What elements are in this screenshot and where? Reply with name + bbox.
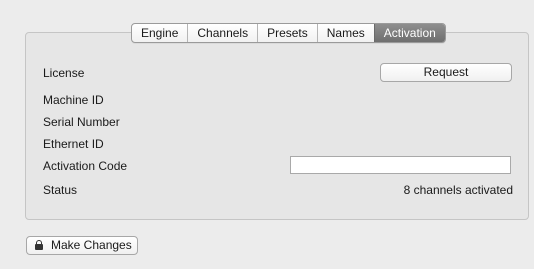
make-changes-button[interactable]: Make Changes [26,236,138,255]
make-changes-label: Make Changes [51,238,132,252]
tab-engine[interactable]: Engine [132,24,187,42]
tab-presets[interactable]: Presets [257,24,317,42]
activation-code-label: Activation Code [43,159,128,173]
tab-names[interactable]: Names [316,24,374,42]
lock-icon [35,240,43,250]
serial-number-label: Serial Number [43,115,120,129]
status-value: 8 channels activated [403,183,513,197]
tab-bar: Engine Channels Presets Names Activation [131,23,446,43]
ethernet-id-label: Ethernet ID [43,137,104,151]
request-button[interactable]: Request [380,63,512,82]
status-label: Status [43,183,78,197]
license-label: License [43,66,85,80]
activation-code-field[interactable] [290,156,511,174]
machine-id-label: Machine ID [43,93,104,107]
tab-activation[interactable]: Activation [373,24,445,42]
tab-channels[interactable]: Channels [187,24,257,42]
